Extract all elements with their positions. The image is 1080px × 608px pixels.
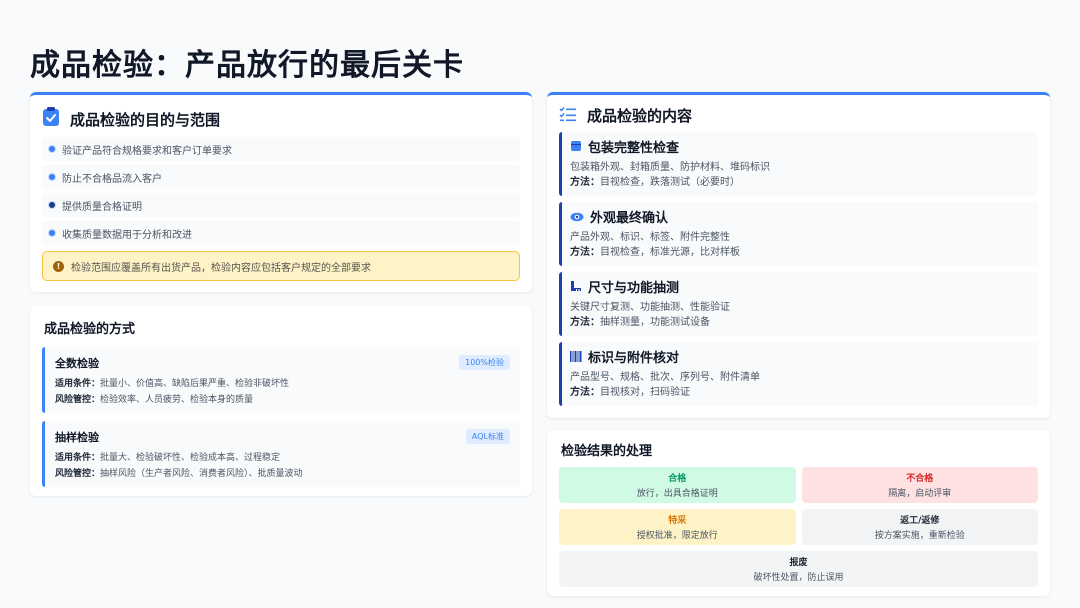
content-item-labeling: 标识与附件核对 产品型号、规格、批次、序列号、附件清单 方法：目视核对，扫码验证 xyxy=(559,342,1038,406)
bullet-dot-icon xyxy=(48,201,56,209)
content-item-method: 方法：目视检查，跌落测试（必要时） xyxy=(570,177,740,188)
content-item-dimension: 尺寸与功能抽测 关键尺寸复测、功能抽测、性能验证 方法：抽样测量，功能测试设备 xyxy=(559,272,1038,336)
result-desc: 破坏性处置，防止误用 xyxy=(753,573,844,583)
list-item: 验证产品符合规格要求和客户订单要求 xyxy=(42,137,520,161)
page-title: 成品检验：产品放行的最后关卡 xyxy=(30,48,464,83)
bullet-dot-icon xyxy=(48,145,56,153)
content-item-appearance: 外观最终确认 产品外观、标识、标签、附件完整性 方法：目视检查，标准光源，比对样… xyxy=(559,202,1038,266)
content-item-title: 标识与附件核对 xyxy=(588,351,680,366)
content-item-desc: 产品型号、规格、批次、序列号、附件清单 xyxy=(570,372,760,383)
scope-notice: ! 检验范围应覆盖所有出货产品，检验内容应包括客户规定的全部要求 xyxy=(42,251,520,281)
result-pass: 合格 放行，出具合格证明 xyxy=(559,467,796,503)
method-name: 抽样检验 xyxy=(55,431,99,444)
eye-icon xyxy=(570,207,584,226)
result-name: 返工/返修 xyxy=(900,516,940,526)
purpose-item-text: 提供质量合格证明 xyxy=(62,201,142,213)
result-name: 特采 xyxy=(668,516,687,526)
list-item: 收集质量数据用于分析和改进 xyxy=(42,221,520,245)
checklist-icon xyxy=(559,106,577,126)
bullet-dot-icon xyxy=(48,173,56,181)
content-item-desc: 关键尺寸复测、功能抽测、性能验证 xyxy=(570,302,730,313)
purpose-card: 成品检验的目的与范围 验证产品符合规格要求和客户订单要求 防止不合格品流入客户 … xyxy=(30,92,532,292)
result-name: 合格 xyxy=(668,474,687,484)
result-rework: 返工/返修 按方案实施，重新检验 xyxy=(801,509,1038,545)
purpose-list: 验证产品符合规格要求和客户订单要求 防止不合格品流入客户 提供质量合格证明 收集… xyxy=(42,137,520,245)
result-desc: 按方案实施，重新检验 xyxy=(874,531,965,541)
purpose-card-header: 成品检验的目的与范围 xyxy=(42,107,520,131)
content-item-title: 外观最终确认 xyxy=(590,211,669,226)
content-item-method: 方法：抽样测量，功能测试设备 xyxy=(570,317,710,328)
method-tag: AQL标准 xyxy=(465,429,510,444)
result-desc: 隔离，启动评审 xyxy=(888,489,952,499)
content-title: 成品检验的内容 xyxy=(587,107,693,125)
method-risk: 风险管控：检验效率、人员疲劳、检验本身的质量 xyxy=(55,395,254,405)
result-desc: 放行，出具合格证明 xyxy=(636,489,718,499)
content-item-packaging: 包装完整性检查 包装箱外观、封箱质量、防护材料、堆码标识 方法：目视检查，跌落测… xyxy=(559,132,1038,196)
result-desc: 授权批准，限定放行 xyxy=(636,531,718,541)
notice-text: 检验范围应覆盖所有出货产品，检验内容应包括客户规定的全部要求 xyxy=(71,262,371,274)
content-card-header: 成品检验的内容 xyxy=(559,105,1038,126)
content-item-method: 方法：目视检查，标准光源，比对样板 xyxy=(570,247,740,258)
method-name: 全数检验 xyxy=(55,357,99,370)
method-title: 成品检验的方式 xyxy=(44,322,136,337)
warning-icon: ! xyxy=(53,260,64,272)
list-item: 提供质量合格证明 xyxy=(42,193,520,217)
method-sampling-inspection: 抽样检验 AQL标准 适用条件：批量大、检验破坏性、检验成本高、过程稳定 风险管… xyxy=(42,421,520,487)
result-name: 报废 xyxy=(789,558,808,568)
method-tag: 100%检验 xyxy=(459,355,510,370)
result-card: 检验结果的处理 合格 放行，出具合格证明 不合格 隔离，启动评审 特采 授权批准… xyxy=(547,430,1050,596)
method-card: 成品检验的方式 全数检验 100%检验 适用条件：批量小、价值高、缺陷后果严重、… xyxy=(30,306,532,496)
clipboard-check-icon xyxy=(42,107,60,131)
method-full-inspection: 全数检验 100%检验 适用条件：批量小、价值高、缺陷后果严重、检验非破坏性 风… xyxy=(42,347,520,413)
method-condition: 适用条件：批量小、价值高、缺陷后果严重、检验非破坏性 xyxy=(55,379,290,389)
content-item-desc: 包装箱外观、封箱质量、防护材料、堆码标识 xyxy=(570,162,770,173)
result-scrap: 报废 破坏性处置，防止误用 xyxy=(559,551,1038,587)
result-grid: 合格 放行，出具合格证明 不合格 隔离，启动评审 特采 授权批准，限定放行 返工… xyxy=(559,467,1038,587)
result-concession: 特采 授权批准，限定放行 xyxy=(559,509,796,545)
purpose-title: 成品检验的目的与范围 xyxy=(70,110,221,129)
content-item-title: 尺寸与功能抽测 xyxy=(588,281,680,296)
content-item-method: 方法：目视核对，扫码验证 xyxy=(570,387,690,398)
barcode-icon xyxy=(570,347,582,366)
result-title: 检验结果的处理 xyxy=(561,444,653,459)
method-condition: 适用条件：批量大、检验破坏性、检验成本高、过程稳定 xyxy=(55,453,281,463)
ruler-icon xyxy=(570,277,582,296)
method-risk: 风险管控：抽样风险（生产者风险、消费者风险）、批质量波动 xyxy=(55,469,303,479)
content-item-desc: 产品外观、标识、标签、附件完整性 xyxy=(570,232,730,243)
list-item: 防止不合格品流入客户 xyxy=(42,165,520,189)
content-card: 成品检验的内容 包装完整性检查 包装箱外观、封箱质量、防护材料、堆码标识 方法：… xyxy=(547,92,1050,418)
box-icon xyxy=(570,137,582,156)
content-item-title: 包装完整性检查 xyxy=(588,141,680,156)
result-fail: 不合格 隔离，启动评审 xyxy=(801,467,1038,503)
bullet-dot-icon xyxy=(48,229,56,237)
purpose-item-text: 防止不合格品流入客户 xyxy=(62,173,162,185)
purpose-item-text: 验证产品符合规格要求和客户订单要求 xyxy=(62,145,232,157)
result-name: 不合格 xyxy=(906,474,934,484)
purpose-item-text: 收集质量数据用于分析和改进 xyxy=(62,229,192,241)
